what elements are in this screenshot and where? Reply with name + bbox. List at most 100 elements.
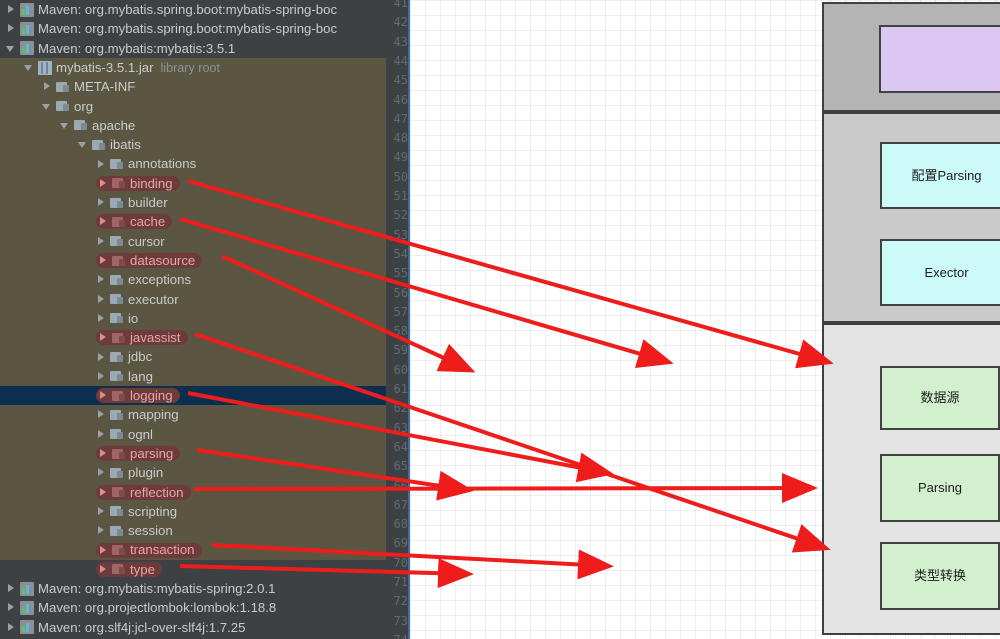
line-number: 72 [393,594,408,609]
mybatis-architecture-diagram: SQLSession 配置Parsing Parameter Mapping S… [822,2,1000,635]
chevron-right-icon[interactable] [98,390,109,401]
tree-item-apache[interactable]: apache [0,116,386,135]
maven-icon [20,41,34,56]
chevron-right-icon[interactable] [98,332,109,343]
line-number: 43 [393,34,408,49]
line-number: 48 [393,131,408,146]
chevron-right-icon[interactable] [98,487,109,498]
line-number: 61 [393,382,408,396]
chevron-down-icon[interactable] [78,139,89,150]
tree-item-jdbc[interactable]: jdbc [0,347,386,366]
chevron-right-icon[interactable] [96,352,107,363]
chevron-right-icon[interactable] [42,81,53,92]
chevron-right-icon[interactable] [98,564,109,575]
tree-item-io[interactable]: io [0,309,386,328]
tree-item-scripting[interactable]: scripting [0,502,386,521]
tree-item-label: mapping [128,407,179,423]
tree-item-maven-org-mybatis-mybatis-spring-2-0-1[interactable]: Maven: org.mybatis:mybatis-spring:2.0.1 [0,579,386,598]
chevron-right-icon[interactable] [98,255,109,266]
tree-item-meta-inf[interactable]: META-INF [0,77,386,96]
chevron-right-icon[interactable] [6,622,17,633]
chevron-right-icon[interactable] [96,313,107,324]
line-number: 51 [393,189,408,203]
line-number: 52 [393,208,408,223]
tree-item-label: scripting [128,503,178,519]
tree-item-mapping[interactable]: mapping [0,405,386,424]
tree-item-maven-org-mybatis-spring-boot-mybatis-spring-boc[interactable]: Maven: org.mybatis.spring.boot:mybatis-s… [0,0,386,19]
chevron-right-icon[interactable] [96,409,107,420]
chevron-right-icon[interactable] [96,197,107,208]
tree-item-label: META-INF [74,79,136,95]
tree-item-javassist[interactable]: javassist [0,328,386,347]
chevron-right-icon[interactable] [96,525,107,536]
tree-item-highlight-pill: cache [96,214,173,230]
chevron-right-icon[interactable] [6,23,17,34]
chevron-down-icon[interactable] [60,120,71,131]
tree-item-datasource[interactable]: datasource [0,251,386,270]
chevron-down-icon[interactable] [6,43,17,54]
chevron-right-icon[interactable] [6,602,17,613]
node-datasource[interactable]: 数据源 [880,366,1000,430]
tree-item-cursor[interactable]: cursor [0,232,386,251]
tree-item-org[interactable]: org [0,97,386,116]
tree-item-ibatis[interactable]: ibatis [0,135,386,154]
tree-item-executor[interactable]: executor [0,290,386,309]
tree-item-type[interactable]: type [0,560,386,579]
chevron-right-icon[interactable] [96,274,107,285]
tree-item-maven-org-mybatis-mybatis-3-5-1[interactable]: Maven: org.mybatis:mybatis:3.5.1 [0,39,386,58]
line-number: 45 [393,73,408,88]
tree-item-parsing[interactable]: parsing [0,444,386,463]
chevron-right-icon[interactable] [98,545,109,556]
tree-item-annotations[interactable]: annotations [0,154,386,173]
diagram-canvas[interactable]: SQLSession 配置Parsing Parameter Mapping S… [410,0,1000,639]
chevron-right-icon[interactable] [96,467,107,478]
line-number: 41 [393,0,408,10]
node-config-parsing[interactable]: 配置Parsing [880,142,1000,209]
node-parsing[interactable]: Parsing [880,454,1000,522]
tree-item-cache[interactable]: cache [0,212,386,231]
tree-item-lang[interactable]: lang [0,367,386,386]
chevron-right-icon[interactable] [96,371,107,382]
tree-item-reflection[interactable]: reflection [0,483,386,502]
chevron-right-icon[interactable] [98,448,109,459]
chevron-right-icon[interactable] [6,583,17,594]
package-icon [110,292,124,306]
tree-item-maven-org-projectlombok-lombok-1-18-8[interactable]: Maven: org.projectlombok:lombok:1.18.8 [0,598,386,617]
tree-item-highlight-pill: type [96,562,162,577]
node-exector[interactable]: Exector [880,239,1000,306]
tree-item-maven-org-slf4j-jcl-over-slf4j-1-7-25[interactable]: Maven: org.slf4j:jcl-over-slf4j:1.7.25 [0,618,386,637]
node-type-conversion[interactable]: 类型转换 [880,542,1000,610]
project-tree-panel[interactable]: Maven: org.mybatis.spring.boot:mybatis-s… [0,0,386,639]
tree-item-maven-org-mybatis-spring-boot-mybatis-spring-boc[interactable]: Maven: org.mybatis.spring.boot:mybatis-s… [0,19,386,38]
line-number: 46 [393,92,408,107]
chevron-right-icon[interactable] [6,4,17,15]
chevron-down-icon[interactable] [42,101,53,112]
chevron-right-icon[interactable] [96,506,107,517]
tree-item-binding[interactable]: binding [0,174,386,193]
node-label: 类型转换 [913,568,966,584]
tree-item-label: cursor [128,233,165,249]
tree-item-transaction[interactable]: transaction [0,540,386,559]
chevron-down-icon[interactable] [24,62,35,73]
node-label: Parsing [917,480,963,496]
tree-item-session[interactable]: session [0,521,386,540]
tree-item-highlight-pill: reflection [96,485,191,500]
tree-item-builder[interactable]: builder [0,193,386,212]
tree-item-logging[interactable]: logging [0,386,386,406]
tree-item-label: session [128,523,173,539]
package-icon [74,118,88,132]
chevron-right-icon[interactable] [96,294,107,305]
chevron-right-icon[interactable] [98,178,109,189]
tree-item-ognl[interactable]: ognl [0,425,386,444]
chevron-right-icon[interactable] [96,429,107,440]
package-icon [110,504,124,518]
tree-item-mybatis-3-5-1-jar[interactable]: mybatis-3.5.1.jar library root [0,58,386,77]
line-number: 42 [393,15,408,30]
tree-item-label: executor [128,291,179,307]
chevron-right-icon[interactable] [96,159,107,170]
tree-item-plugin[interactable]: plugin [0,463,386,482]
node-sqlsession[interactable]: SQLSession [879,25,1000,93]
tree-item-exceptions[interactable]: exceptions [0,270,386,289]
chevron-right-icon[interactable] [96,236,107,247]
chevron-right-icon[interactable] [98,216,109,227]
